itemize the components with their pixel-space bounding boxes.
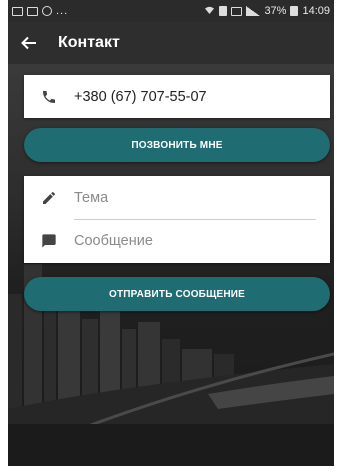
gallery-icon [27,6,38,16]
instagram-icon [42,6,52,16]
wifi-icon [204,5,215,18]
lte-icon [231,6,243,16]
page-title: Контакт [58,34,120,51]
phone-row[interactable]: +380 (67) 707-55-07 [24,75,207,118]
message-icon [24,233,74,249]
send-message-button[interactable]: ОТПРАВИТЬ СООБЩЕНИЕ [24,277,330,311]
message-form: Тема Сообщение [24,176,330,263]
message-row[interactable]: Сообщение [24,219,330,262]
subject-row[interactable]: Тема [24,176,330,219]
field-divider [74,219,316,220]
message-input[interactable]: Сообщение [74,233,153,249]
battery-icon [290,6,299,16]
pencil-icon [24,190,74,206]
signal-icon [246,6,261,16]
battery-percent: 37% [264,5,287,17]
phone-number[interactable]: +380 (67) 707-55-07 [74,89,207,105]
city-skyline-image [8,264,334,466]
phone-screen: ... 37% 14:09 Контакт +380 (67) 707-55-0… [8,0,334,466]
sim-icon [219,6,228,16]
status-time: 14:09 [302,5,330,17]
phone-icon [24,89,74,105]
city-background [8,64,334,466]
status-left: ... [12,5,68,17]
phone-card[interactable]: +380 (67) 707-55-07 [24,75,330,118]
status-right: 37% 14:09 [204,5,330,18]
notification-icon [12,6,23,16]
subject-input[interactable]: Тема [74,190,108,206]
app-bar: Контакт [8,22,334,64]
status-bar: ... 37% 14:09 [8,0,334,22]
call-me-button[interactable]: ПОЗВОНИТЬ МНЕ [24,128,330,162]
arrow-left-icon[interactable] [8,22,50,64]
status-more: ... [56,5,69,17]
